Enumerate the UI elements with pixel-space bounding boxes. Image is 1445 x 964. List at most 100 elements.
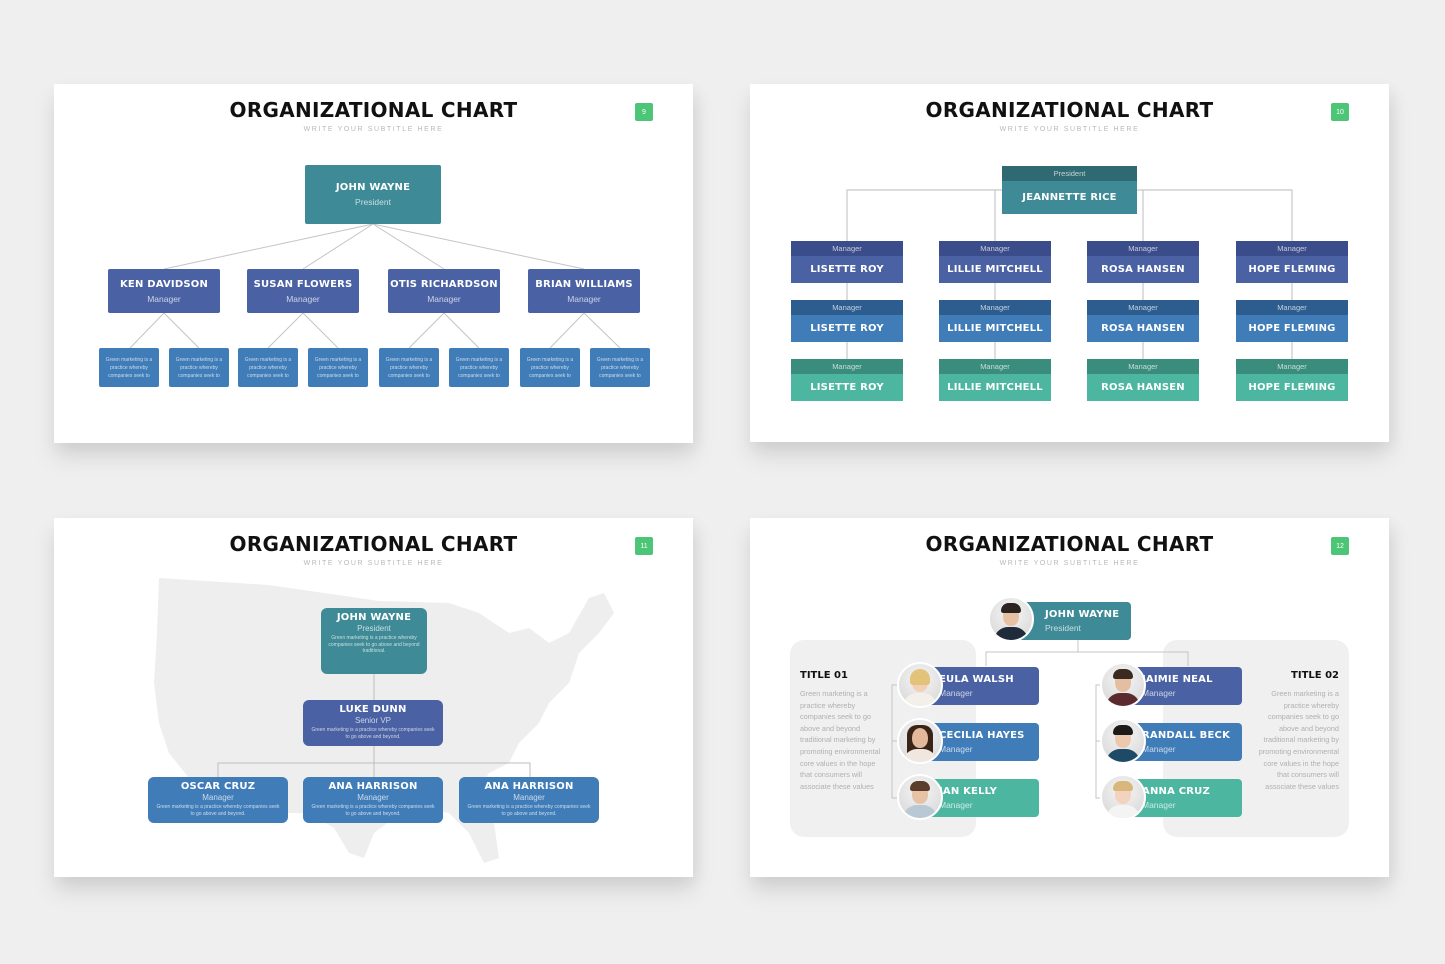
manager-card[interactable]: OSCAR CRUZ Manager Green marketing is a … bbox=[148, 777, 288, 823]
leaf-text: Green marketing is a practice whereby co… bbox=[526, 356, 574, 379]
person-name: HOPE FLEMING bbox=[1236, 315, 1348, 342]
leaf-card[interactable]: Green marketing is a practice whereby co… bbox=[238, 348, 298, 387]
manager-card[interactable]: Manager HOPE FLEMING bbox=[1236, 300, 1348, 342]
manager-card[interactable]: Manager LILLIE MITCHELL bbox=[939, 359, 1051, 401]
person-description: Green marketing is a practice whereby co… bbox=[328, 635, 420, 654]
slide-11: ORGANIZATIONAL CHART WRITE YOUR SUBTITLE… bbox=[54, 518, 693, 877]
person-name: LILLIE MITCHELL bbox=[939, 315, 1051, 342]
manager-card[interactable]: Manager LILLIE MITCHELL bbox=[939, 241, 1051, 283]
manager-card[interactable]: ANA HARRISON Manager Green marketing is … bbox=[303, 777, 443, 823]
person-description: Green marketing is a practice whereby co… bbox=[311, 727, 435, 740]
manager-card[interactable]: Manager LILLIE MITCHELL bbox=[939, 300, 1051, 342]
person-role: Manager bbox=[1236, 241, 1348, 256]
person-role: Manager bbox=[939, 688, 973, 698]
person-role: Senior VP bbox=[354, 716, 392, 725]
person-name: HOPE FLEMING bbox=[1236, 256, 1348, 283]
connector-lines bbox=[891, 640, 1189, 799]
president-card[interactable]: JOHN WAYNE President Green marketing is … bbox=[321, 608, 427, 674]
manager-card[interactable]: SUSAN FLOWERS Manager bbox=[247, 269, 359, 313]
avatar-photo bbox=[897, 718, 943, 764]
person-role: Manager bbox=[567, 293, 601, 304]
person-name: ANA HARRISON bbox=[328, 781, 418, 792]
leaf-text: Green marketing is a practice whereby co… bbox=[596, 356, 644, 379]
vp-card[interactable]: LUKE DUNN Senior VP Green marketing is a… bbox=[303, 700, 443, 746]
person-name: JOHN WAYNE bbox=[336, 612, 412, 623]
person-role: Manager bbox=[357, 793, 389, 802]
person-name: OTIS RICHARDSON bbox=[390, 278, 498, 290]
manager-card[interactable]: KEN DAVIDSON Manager bbox=[108, 269, 220, 313]
person-name: ROSA HANSEN bbox=[1087, 374, 1199, 401]
manager-card[interactable]: BRIAN WILLIAMS Manager bbox=[528, 269, 640, 313]
manager-card[interactable]: OTIS RICHARDSON Manager bbox=[388, 269, 500, 313]
person-role: Manager bbox=[286, 293, 320, 304]
person-role: Manager bbox=[1236, 359, 1348, 374]
person-role: Manager bbox=[1142, 688, 1176, 698]
person-name: EULA WALSH bbox=[939, 674, 1014, 685]
manager-card[interactable]: Manager HOPE FLEMING bbox=[1236, 241, 1348, 283]
person-name: JEANNETTE RICE bbox=[1002, 181, 1137, 214]
person-name: KEN DAVIDSON bbox=[119, 278, 209, 290]
leaf-text: Green marketing is a practice whereby co… bbox=[385, 356, 433, 379]
person-name: RANDALL BECK bbox=[1142, 730, 1231, 741]
person-role: Manager bbox=[939, 241, 1051, 256]
manager-card[interactable]: Manager ROSA HANSEN bbox=[1087, 241, 1199, 283]
slide-9: ORGANIZATIONAL CHART WRITE YOUR SUBTITLE… bbox=[54, 84, 693, 443]
manager-card[interactable]: Manager ROSA HANSEN bbox=[1087, 359, 1199, 401]
connector-lines bbox=[217, 674, 531, 777]
leaf-text: Green marketing is a practice whereby co… bbox=[175, 356, 223, 379]
manager-card[interactable]: Manager LISETTE ROY bbox=[791, 359, 903, 401]
person-role: Manager bbox=[791, 241, 903, 256]
leaf-card[interactable]: Green marketing is a practice whereby co… bbox=[520, 348, 580, 387]
person-role: Manager bbox=[147, 293, 181, 304]
avatar-photo bbox=[897, 662, 943, 708]
person-role: Manager bbox=[939, 800, 973, 810]
person-role: Manager bbox=[1142, 800, 1176, 810]
person-role: Manager bbox=[791, 359, 903, 374]
person-name: JOHN WAYNE bbox=[335, 182, 411, 193]
president-card[interactable]: President JEANNETTE RICE bbox=[1002, 166, 1137, 214]
person-name: SUSAN FLOWERS bbox=[253, 278, 353, 290]
manager-card[interactable]: Manager ROSA HANSEN bbox=[1087, 300, 1199, 342]
person-role: President bbox=[357, 624, 391, 633]
person-name: LISETTE ROY bbox=[791, 315, 903, 342]
person-description: Green marketing is a practice whereby co… bbox=[156, 804, 280, 817]
slide-12: ORGANIZATIONAL CHART WRITE YOUR SUBTITLE… bbox=[750, 518, 1389, 877]
person-role: Manager bbox=[791, 300, 903, 315]
person-name: BRIAN WILLIAMS bbox=[535, 278, 633, 290]
leaf-text: Green marketing is a practice whereby co… bbox=[455, 356, 503, 379]
person-role: Manager bbox=[939, 359, 1051, 374]
manager-card[interactable]: Manager HOPE FLEMING bbox=[1236, 359, 1348, 401]
person-role: Manager bbox=[1236, 300, 1348, 315]
avatar-photo bbox=[1100, 662, 1146, 708]
manager-card[interactable]: Manager LISETTE ROY bbox=[791, 300, 903, 342]
president-card[interactable]: JOHN WAYNE President bbox=[305, 165, 441, 224]
manager-card[interactable]: Manager LISETTE ROY bbox=[791, 241, 903, 283]
person-role: Manager bbox=[1087, 300, 1199, 315]
person-name: CECILIA HAYES bbox=[939, 730, 1025, 741]
leaf-text: Green marketing is a practice whereby co… bbox=[314, 356, 362, 379]
leaf-card[interactable]: Green marketing is a practice whereby co… bbox=[590, 348, 650, 387]
person-role: President bbox=[355, 197, 391, 207]
leaf-card[interactable]: Green marketing is a practice whereby co… bbox=[379, 348, 439, 387]
person-description: Green marketing is a practice whereby co… bbox=[467, 804, 591, 817]
person-name: JAIMIE NEAL bbox=[1142, 674, 1213, 685]
leaf-card[interactable]: Green marketing is a practice whereby co… bbox=[169, 348, 229, 387]
leaf-card[interactable]: Green marketing is a practice whereby co… bbox=[99, 348, 159, 387]
person-role: Manager bbox=[427, 293, 461, 304]
leaf-card[interactable]: Green marketing is a practice whereby co… bbox=[308, 348, 368, 387]
person-name: ANA HARRISON bbox=[484, 781, 574, 792]
person-name: LILLIE MITCHELL bbox=[939, 374, 1051, 401]
manager-card[interactable]: ANA HARRISON Manager Green marketing is … bbox=[459, 777, 599, 823]
connector-lines bbox=[129, 223, 621, 349]
slide-10: ORGANIZATIONAL CHART WRITE YOUR SUBTITLE… bbox=[750, 84, 1389, 442]
avatar-photo bbox=[1100, 718, 1146, 764]
person-role: Manager bbox=[202, 793, 234, 802]
person-name: LISETTE ROY bbox=[791, 374, 903, 401]
person-role: Manager bbox=[1142, 744, 1176, 754]
person-name: ROSA HANSEN bbox=[1087, 256, 1199, 283]
person-name: LUKE DUNN bbox=[339, 704, 407, 715]
person-role: President bbox=[1045, 623, 1081, 633]
leaf-card[interactable]: Green marketing is a practice whereby co… bbox=[449, 348, 509, 387]
avatar-photo bbox=[1100, 774, 1146, 820]
person-name: LILLIE MITCHELL bbox=[939, 256, 1051, 283]
